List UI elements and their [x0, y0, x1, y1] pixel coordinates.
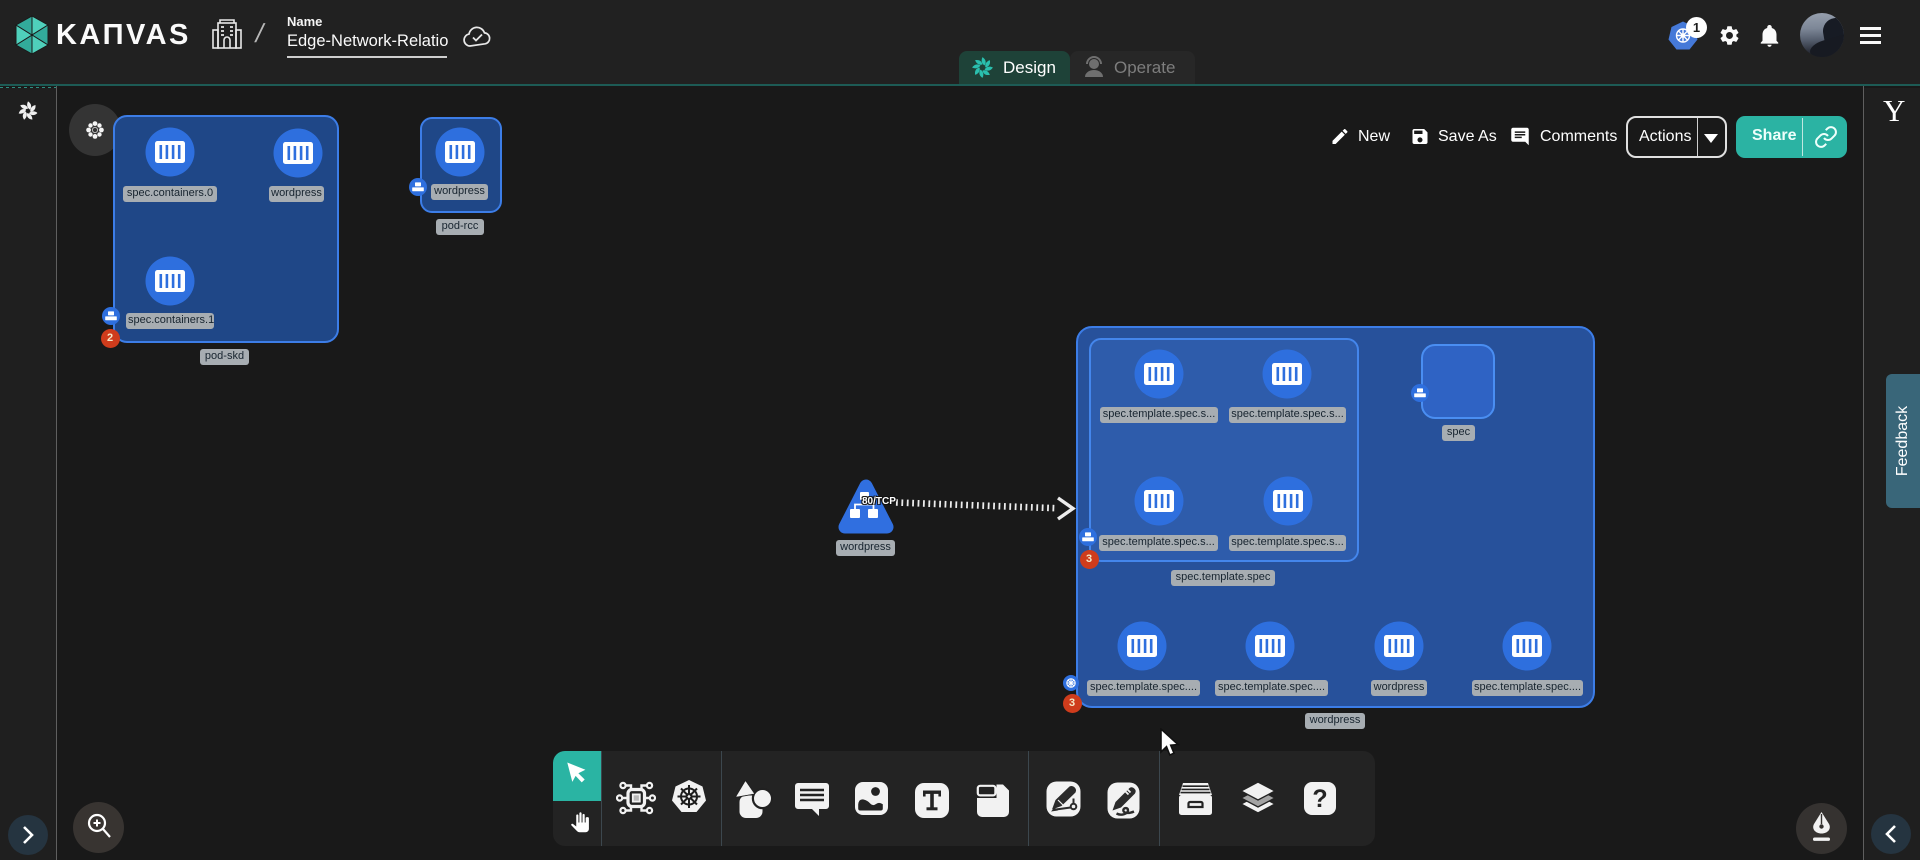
svg-text:?: ?: [1312, 785, 1327, 813]
